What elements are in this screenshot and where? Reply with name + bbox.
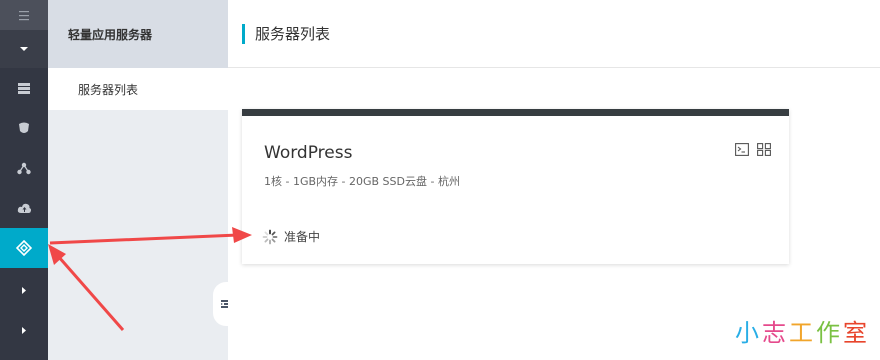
rail-item-network[interactable] bbox=[0, 148, 48, 188]
sidebar-heading: 轻量应用服务器 bbox=[48, 0, 228, 68]
server-name[interactable]: WordPress bbox=[264, 143, 352, 163]
cloud-upload-icon bbox=[17, 203, 31, 213]
hamburger-icon bbox=[19, 10, 29, 20]
rail-item-expand-1[interactable] bbox=[0, 270, 48, 310]
watermark-char: 志 bbox=[762, 319, 789, 347]
main-content: 服务器列表 WordPress 1核 - 1GB内存 - 20GB SSD云盘 … bbox=[228, 0, 880, 360]
watermark-char: 室 bbox=[843, 319, 870, 347]
page-title: 服务器列表 bbox=[255, 25, 331, 43]
server-spec: 1核 - 1GB内存 - 20GB SSD云盘 - 杭州 bbox=[264, 175, 460, 188]
card-actions bbox=[735, 143, 771, 156]
terminal-icon[interactable] bbox=[735, 143, 749, 156]
server-stack-icon bbox=[18, 82, 30, 94]
rail-item-cloud-upload[interactable] bbox=[0, 188, 48, 228]
server-status: 准备中 bbox=[262, 228, 320, 245]
menu-toggle[interactable] bbox=[0, 0, 48, 30]
rail-item-database[interactable] bbox=[0, 108, 48, 148]
grid-apps-icon[interactable] bbox=[757, 143, 771, 156]
title-accent-bar bbox=[242, 23, 245, 44]
caret-down-icon bbox=[20, 47, 28, 51]
watermark-char: 工 bbox=[789, 319, 816, 347]
caret-right-icon bbox=[22, 286, 26, 294]
database-icon bbox=[19, 122, 29, 133]
watermark-logo: 小 志 工 作 室 bbox=[735, 313, 870, 348]
product-group-toggle[interactable] bbox=[0, 30, 48, 68]
watermark-char: 小 bbox=[735, 319, 762, 347]
rail-item-expand-2[interactable] bbox=[0, 310, 48, 350]
rail-item-lightweight-server[interactable] bbox=[0, 228, 48, 268]
secondary-sidebar: 轻量应用服务器 服务器列表 bbox=[48, 0, 239, 360]
caret-right-icon bbox=[22, 326, 26, 334]
layers-icon bbox=[16, 240, 32, 256]
status-label: 准备中 bbox=[284, 230, 321, 244]
loading-spinner-icon bbox=[262, 229, 278, 244]
card-top-bar bbox=[242, 109, 789, 116]
rail-item-servers[interactable] bbox=[0, 68, 48, 108]
page-header: 服务器列表 bbox=[228, 0, 880, 68]
network-icon bbox=[17, 162, 31, 174]
sidebar-item-server-list[interactable]: 服务器列表 bbox=[48, 68, 228, 110]
watermark-char: 作 bbox=[816, 319, 843, 347]
icon-rail bbox=[0, 0, 48, 360]
server-card[interactable]: WordPress 1核 - 1GB内存 - 20GB SSD云盘 - 杭州 准… bbox=[242, 109, 789, 264]
